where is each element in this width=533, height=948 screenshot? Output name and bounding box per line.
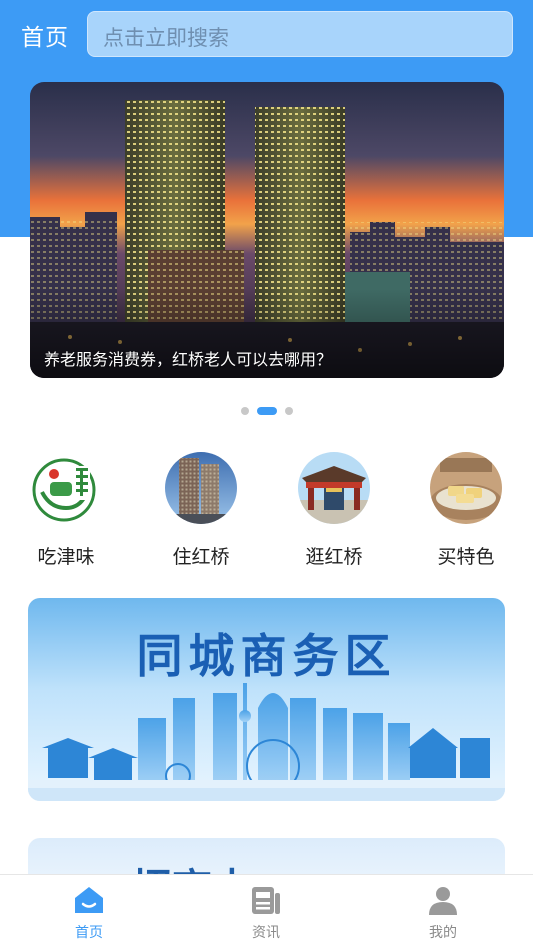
pager-dot[interactable] [284, 406, 293, 415]
header: 首页 点击立即搜索 [0, 0, 533, 68]
carousel-pager [0, 400, 533, 415]
page-title: 首页 [21, 25, 69, 51]
tab-news[interactable]: 资讯 [221, 883, 311, 942]
home-page: 首页 点击立即搜索 养老服务消费券，红桥老人可以去哪用？ 吃津味 住红桥 逛红桥… [0, 0, 533, 948]
pager-dot[interactable] [240, 406, 249, 415]
hero-banner[interactable]: 养老服务消费券，红桥老人可以去哪用？ [30, 82, 504, 378]
news-icon [252, 887, 280, 914]
search-input[interactable]: 点击立即搜索 [87, 11, 513, 57]
hero-city-photo [30, 82, 504, 378]
hotel-building-icon [165, 452, 237, 524]
home-icon [75, 887, 103, 913]
tab-label: 首页 [75, 925, 103, 941]
business-district-banner[interactable]: 同城商务区 [28, 598, 505, 801]
tab-label: 我的 [429, 925, 457, 941]
category-visit[interactable]: 逛红桥 [284, 452, 384, 569]
category-shop[interactable]: 买特色 [416, 452, 516, 569]
category-label: 吃津味 [37, 546, 95, 568]
business-banner-title: 同城商务区 [136, 629, 397, 683]
profile-icon [429, 887, 457, 915]
category-eat[interactable]: 吃津味 [16, 452, 116, 569]
search-placeholder: 点击立即搜索 [103, 26, 229, 50]
hero-caption: 养老服务消费券，红桥老人可以去哪用？ [44, 350, 333, 369]
landmark-gate-icon [298, 452, 370, 524]
tab-home[interactable]: 首页 [44, 883, 134, 942]
restaurant-logo-icon [30, 452, 102, 524]
tab-label: 资讯 [252, 925, 280, 941]
category-label: 买特色 [437, 546, 495, 568]
tab-profile[interactable]: 我的 [398, 883, 488, 942]
pager-dot-active[interactable] [256, 406, 277, 415]
category-label: 逛红桥 [305, 546, 363, 568]
category-label: 住红桥 [172, 546, 230, 568]
bottom-tab-bar: 首页 资讯 我的 [0, 874, 533, 948]
local-snack-icon [430, 452, 502, 524]
category-stay[interactable]: 住红桥 [151, 452, 251, 569]
